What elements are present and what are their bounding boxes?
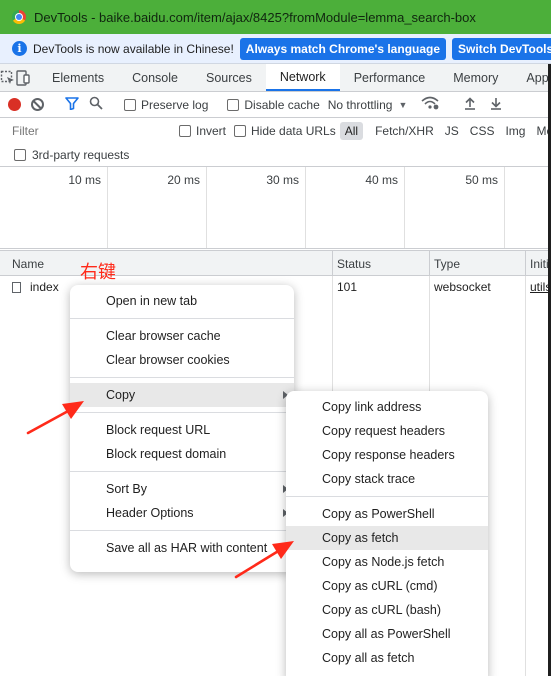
hide-data-urls-label: Hide data URLs [251, 123, 336, 138]
copy-submenu: Copy link address Copy request headers C… [286, 391, 488, 676]
disable-cache-checkbox[interactable]: Disable cache [227, 97, 320, 112]
third-party-checkbox[interactable] [14, 148, 26, 161]
menu-item-header-options[interactable]: Header Options [70, 501, 294, 525]
menu-item-copy-as-fetch[interactable]: Copy as fetch [286, 526, 488, 550]
preserve-log-label: Preserve log [141, 97, 209, 112]
column-header-type[interactable]: Type [430, 251, 526, 276]
menu-item-save-har[interactable]: Save all as HAR with content [70, 536, 294, 560]
column-divider [525, 298, 526, 676]
export-har-icon[interactable] [490, 97, 502, 113]
tab-application[interactable]: Applic [512, 64, 551, 91]
always-match-language-button[interactable]: Always match Chrome's language [239, 37, 447, 60]
timeline-tick: 30 ms [207, 167, 306, 248]
column-header-name[interactable]: Name [8, 251, 333, 276]
checkbox-box[interactable] [124, 98, 136, 111]
switch-language-button[interactable]: Switch DevTools to Ch [452, 37, 551, 60]
tab-elements[interactable]: Elements [38, 64, 118, 91]
request-name: index [30, 280, 59, 294]
network-toolbar: Preserve log Disable cache No throttling… [0, 92, 551, 118]
menu-item-copy-request-headers[interactable]: Copy request headers [286, 419, 488, 443]
filter-icon[interactable] [65, 96, 79, 113]
devtools-tabs: Elements Console Sources Network Perform… [0, 64, 551, 92]
infobar-message: DevTools is now available in Chinese! [33, 41, 234, 56]
menu-item-clear-cookies[interactable]: Clear browser cookies [70, 348, 294, 372]
invert-checkbox[interactable]: Invert [179, 124, 226, 138]
menu-item-header-options-label: Header Options [106, 506, 194, 520]
third-party-row: 3rd-party requests [0, 143, 551, 167]
menu-item-block-domain[interactable]: Block request domain [70, 442, 294, 466]
filter-type-fetch-xhr[interactable]: Fetch/XHR [370, 122, 439, 140]
chrome-logo-icon [12, 10, 26, 24]
import-har-icon[interactable] [464, 96, 476, 113]
column-header-status[interactable]: Status [333, 251, 430, 276]
tab-sources[interactable]: Sources [192, 64, 266, 91]
filter-input[interactable] [8, 121, 167, 140]
tab-network[interactable]: Network [265, 64, 340, 91]
menu-item-copy-all-powershell[interactable]: Copy all as PowerShell [286, 622, 488, 646]
hide-data-urls-checkbox[interactable]: Hide data URLs [234, 124, 336, 138]
menu-item-block-url[interactable]: Block request URL [70, 418, 294, 442]
clear-icon[interactable] [31, 98, 44, 111]
invert-label: Invert [196, 123, 227, 138]
search-icon[interactable] [89, 96, 103, 113]
right-click-annotation: 右键 [80, 262, 116, 283]
menu-item-copy-as-curl-cmd[interactable]: Copy as cURL (cmd) [286, 574, 488, 598]
menu-item-sort-by-label: Sort By [106, 482, 147, 496]
menu-separator [70, 530, 294, 531]
inspect-element-icon[interactable] [0, 64, 16, 91]
tab-performance[interactable]: Performance [340, 64, 440, 91]
filter-type-img[interactable]: Img [500, 122, 530, 140]
throttling-select[interactable]: No throttling [328, 98, 393, 112]
timeline-tick: 50 ms [405, 167, 505, 248]
menu-separator [70, 377, 294, 378]
menu-item-copy-all-fetch[interactable]: Copy all as fetch [286, 646, 488, 670]
timeline-tick: 40 ms [306, 167, 405, 248]
record-icon[interactable] [8, 98, 21, 111]
timeline-tick: 10 ms [0, 167, 108, 248]
filter-type-css[interactable]: CSS [465, 122, 500, 140]
menu-separator [70, 412, 294, 413]
menu-item-copy-as-powershell[interactable]: Copy as PowerShell [286, 502, 488, 526]
chevron-down-icon[interactable]: ▼ [398, 100, 407, 110]
menu-item-clear-cache[interactable]: Clear browser cache [70, 324, 294, 348]
checkbox-box[interactable] [234, 124, 247, 137]
info-icon: i [12, 41, 27, 56]
menu-item-copy-link[interactable]: Copy link address [286, 395, 488, 419]
menu-separator [70, 471, 294, 472]
filter-type-all[interactable]: All [339, 121, 364, 140]
disable-cache-label: Disable cache [244, 97, 320, 112]
filter-type-js[interactable]: JS [440, 122, 464, 140]
context-menu: Open in new tab Clear browser cache Clea… [70, 285, 294, 572]
window-title: DevTools - baike.baidu.com/item/ajax/842… [34, 9, 476, 25]
tab-memory[interactable]: Memory [439, 64, 512, 91]
window-titlebar: DevTools - baike.baidu.com/item/ajax/842… [0, 0, 551, 34]
menu-item-copy-response-headers[interactable]: Copy response headers [286, 443, 488, 467]
checkbox-box[interactable] [227, 98, 240, 111]
menu-item-copy[interactable]: Copy [70, 383, 294, 407]
document-icon [12, 281, 21, 293]
menu-item-sort-by[interactable]: Sort By [70, 477, 294, 501]
network-timeline-overview[interactable]: 10 ms 20 ms 30 ms 40 ms 50 ms [0, 167, 551, 249]
menu-separator [286, 496, 488, 497]
menu-item-copy-as-curl-bash[interactable]: Copy as cURL (bash) [286, 598, 488, 622]
tab-console[interactable]: Console [118, 64, 192, 91]
menu-item-open-new-tab[interactable]: Open in new tab [70, 289, 294, 313]
device-toolbar-icon[interactable] [16, 64, 30, 91]
third-party-label: 3rd-party requests [32, 147, 130, 162]
language-infobar: i DevTools is now available in Chinese! … [0, 34, 551, 64]
menu-separator [70, 318, 294, 319]
preserve-log-checkbox[interactable]: Preserve log [124, 98, 208, 112]
menu-item-copy-as-node-fetch[interactable]: Copy as Node.js fetch [286, 550, 488, 574]
timeline-tick: 20 ms [108, 167, 207, 248]
menu-item-copy-stack-trace[interactable]: Copy stack trace [286, 467, 488, 491]
cell-type: websocket [430, 276, 526, 298]
cell-status: 101 [333, 276, 430, 298]
menu-item-copy-label: Copy [106, 388, 136, 402]
filter-bar: Invert Hide data URLs All Fetch/XHR JS C… [0, 118, 551, 143]
network-conditions-icon[interactable] [421, 96, 439, 113]
checkbox-box[interactable] [179, 124, 191, 137]
